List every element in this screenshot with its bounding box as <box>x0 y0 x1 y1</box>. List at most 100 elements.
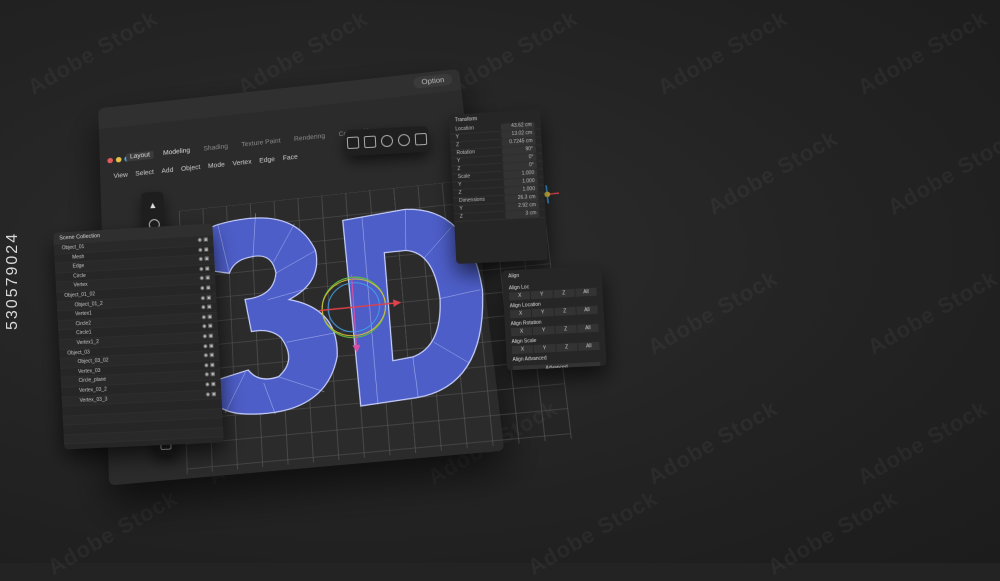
shield-icon[interactable] <box>414 132 427 146</box>
align-group: Align Location X Y Z All <box>504 298 604 319</box>
visibility-icon[interactable]: ◉ ▣ <box>199 274 211 283</box>
close-dot[interactable] <box>107 157 114 164</box>
menu-edge[interactable]: Edge <box>259 157 275 165</box>
outliner-item-label: Object_01_02 <box>64 291 96 299</box>
transform-list: Location 43.62 cm Y 13.02 cm Z 0.7245 cm Rotat… <box>449 121 546 223</box>
axis-button[interactable]: Y <box>532 326 555 336</box>
visibility-icon[interactable]: ◉ ▣ <box>201 303 212 312</box>
menu-face[interactable]: Face <box>283 154 299 162</box>
view-toolbar <box>344 125 430 157</box>
transform-key: Dimensions <box>458 196 486 205</box>
visibility-icon[interactable]: ◉ ▣ <box>205 371 216 380</box>
minimize-dot[interactable] <box>115 156 122 163</box>
axis-button[interactable]: Z <box>553 306 576 316</box>
visibility-icon[interactable]: ◉ ▣ <box>205 380 216 389</box>
transform-key: Z <box>457 166 461 173</box>
axis-button[interactable]: X <box>511 345 534 355</box>
visibility-icon[interactable]: ◉ ▣ <box>198 255 210 264</box>
outliner-item-label: Object_03_02 <box>77 357 109 366</box>
menu-add[interactable]: Add <box>161 167 173 175</box>
visibility-icon[interactable]: ◉ ▣ <box>203 342 214 351</box>
axis-button[interactable]: X <box>509 291 531 301</box>
axis-button[interactable]: X <box>509 309 532 319</box>
mesh-3d-text[interactable] <box>189 190 493 421</box>
axis-button[interactable]: All <box>578 341 600 351</box>
outliner-item-label: Vertex_03_3 <box>79 396 108 404</box>
layers-icon[interactable] <box>363 135 377 149</box>
axis-button[interactable]: Y <box>530 290 553 300</box>
outliner-item-label: Vertex1 <box>75 310 93 318</box>
outliner-item-label: Circle_plane <box>78 376 107 385</box>
outliner-item-label: Circle <box>73 272 86 280</box>
scene: Option Layout Modeling Shading Texture P… <box>0 0 1000 563</box>
title-bar: Option <box>98 68 462 130</box>
outliner-item-label: Mesh <box>72 253 85 261</box>
transform-key: Y <box>459 205 463 212</box>
visibility-icon[interactable]: ◉ ▣ <box>200 284 211 293</box>
menu-object[interactable]: Object <box>181 164 201 172</box>
align-group: Align Rotation X Y Z All <box>505 316 605 337</box>
align-panel: Align Align Loc X Y Z All Align Location X Y Z Al… <box>502 265 607 371</box>
visibility-icon[interactable]: ◉ ▣ <box>197 236 209 245</box>
outliner-item-label: Vertex1_2 <box>76 338 100 347</box>
target-icon[interactable] <box>380 134 394 148</box>
axis-button[interactable]: Z <box>553 288 575 299</box>
outliner-item-label: Object_03 <box>67 349 90 357</box>
visibility-icon[interactable]: ◉ ▣ <box>204 361 215 370</box>
stock-id: 530579024 <box>4 231 21 330</box>
outliner-item-label: Circle1 <box>76 329 92 337</box>
tab-layout[interactable]: Layout <box>126 150 154 162</box>
outliner-item-label: Object_01_2 <box>74 300 103 308</box>
transform-key: Y <box>458 181 462 189</box>
menu-mode[interactable]: Mode <box>208 162 225 170</box>
outliner-item-label: Vertex <box>73 282 88 289</box>
menu-view[interactable]: View <box>113 172 127 180</box>
align-group: Align Loc X Y Z All <box>503 280 603 301</box>
transform-panel: Transform Location 43.62 cm Y 13.02 cm Z 0.72… <box>448 109 548 264</box>
transform-key: Z <box>459 213 464 220</box>
menu-vertex[interactable]: Vertex <box>232 159 251 167</box>
tab-texture[interactable]: Texture Paint <box>237 137 284 150</box>
option-button[interactable]: Option <box>413 73 453 89</box>
tab-rendering[interactable]: Rendering <box>290 132 330 144</box>
align-groups: Align Loc X Y Z All Align Location X Y Z All Align… <box>503 280 606 355</box>
camera-icon[interactable] <box>347 136 360 150</box>
menu-select[interactable]: Select <box>135 169 154 177</box>
link-icon[interactable] <box>397 133 411 147</box>
transform-value-field[interactable]: 3 cm <box>505 209 540 219</box>
transform-key: Y <box>455 134 460 141</box>
visibility-icon[interactable]: ◉ ▣ <box>198 245 209 254</box>
cursor-icon[interactable]: ▲ <box>148 200 157 210</box>
outliner-item-label: Vertex_03_2 <box>78 386 108 394</box>
visibility-icon[interactable]: ◉ ▣ <box>199 265 210 274</box>
axis-button[interactable]: Y <box>533 343 556 354</box>
visibility-icon[interactable]: ◉ ▣ <box>201 313 213 322</box>
align-group: Align Scale X Y Z All <box>506 334 606 355</box>
transform-key: Y <box>456 158 461 165</box>
outliner-list: Object_01 ◉ ▣ Mesh ◉ ▣ Edge ◉ ▣ Circle ◉ ▣ Verte… <box>53 235 224 450</box>
transform-key: Z <box>456 142 460 149</box>
visibility-icon[interactable]: ◉ ▣ <box>204 351 215 360</box>
outliner-item-label: Edge <box>72 263 85 270</box>
axis-button[interactable]: X <box>510 327 533 337</box>
gizmo-arrow-x[interactable] <box>392 298 402 307</box>
outliner-item-label: Circle2 <box>75 320 92 328</box>
visibility-icon[interactable]: ◉ ▣ <box>206 390 217 399</box>
workspace-tabs: Layout Modeling Shading Texture Paint Re… <box>126 126 381 162</box>
axis-button[interactable]: All <box>576 305 598 315</box>
visibility-icon[interactable]: ◉ ▣ <box>202 322 213 331</box>
visibility-icon[interactable]: ◉ ▣ <box>200 293 212 302</box>
outliner-panel: Scene Collection Object_01 ◉ ▣ Mesh ◉ ▣ Edge… <box>53 223 224 450</box>
outliner-item-label: Vertex_03 <box>77 367 101 375</box>
axis-button[interactable]: Z <box>555 342 578 352</box>
tab-shading[interactable]: Shading <box>199 142 232 153</box>
visibility-icon[interactable]: ◉ ▣ <box>203 332 214 341</box>
axis-button[interactable]: Z <box>554 324 577 334</box>
axis-button[interactable]: All <box>575 287 597 297</box>
transform-key: Scale <box>457 173 471 181</box>
axis-button[interactable]: Y <box>531 308 554 318</box>
axis-button[interactable]: All <box>577 323 599 333</box>
transform-key: Rotation <box>456 149 476 157</box>
tab-modeling[interactable]: Modeling <box>159 146 194 158</box>
transform-key: Z <box>458 189 462 197</box>
